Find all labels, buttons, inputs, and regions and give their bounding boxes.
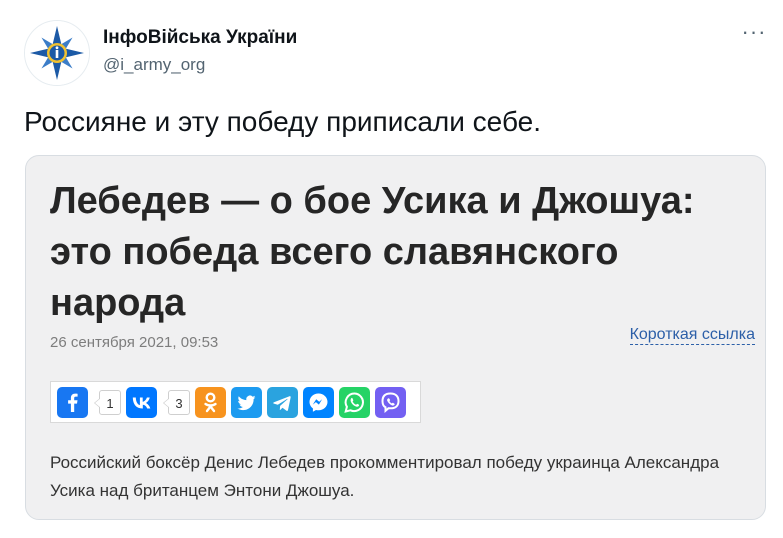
share-telegram-button[interactable] xyxy=(267,386,298,418)
share-vk-button[interactable] xyxy=(126,386,157,418)
author-name[interactable]: ІнфоВійська України xyxy=(103,27,297,49)
viber-icon xyxy=(381,391,400,413)
tweet-text: Россияне и эту победу приписали себе. xyxy=(24,106,542,137)
tweet: ІнфоВійська України @i_army_org ··· Росс… xyxy=(0,0,783,538)
share-bar: 1 3 xyxy=(50,381,421,423)
vk-share-count: 3 xyxy=(163,389,190,415)
facebook-share-count: 1 xyxy=(94,389,121,415)
facebook-icon xyxy=(68,393,78,412)
telegram-icon xyxy=(273,395,291,411)
share-viber-button[interactable] xyxy=(375,386,406,418)
author-block: ІнфоВійська України @i_army_org xyxy=(103,27,297,76)
armed-forces-emblem-icon xyxy=(25,21,89,85)
article-headline: Лебедев — о бое Усика и Джошуа: это побе… xyxy=(50,180,695,324)
vk-icon xyxy=(132,397,151,408)
share-facebook-button[interactable] xyxy=(57,386,88,418)
link-preview-card[interactable]: Лебедев — о бое Усика и Джошуа: это побе… xyxy=(25,155,766,520)
share-whatsapp-button[interactable] xyxy=(339,386,370,418)
share-odnoklassniki-button[interactable] xyxy=(195,386,226,418)
more-options-button[interactable]: ··· xyxy=(741,21,767,46)
share-twitter-button[interactable] xyxy=(231,386,262,418)
article-lead: Российский боксёр Денис Лебедев прокомме… xyxy=(50,453,720,500)
whatsapp-icon xyxy=(344,391,364,413)
article-date: 26 сентября 2021, 09:53 xyxy=(50,334,219,351)
twitter-icon xyxy=(237,395,256,410)
messenger-icon xyxy=(309,393,328,412)
author-handle[interactable]: @i_army_org xyxy=(103,54,297,76)
share-messenger-button[interactable] xyxy=(303,386,334,418)
avatar[interactable] xyxy=(24,20,90,86)
short-link[interactable]: Короткая ссылка xyxy=(629,326,755,345)
odnoklassniki-icon xyxy=(204,391,217,412)
